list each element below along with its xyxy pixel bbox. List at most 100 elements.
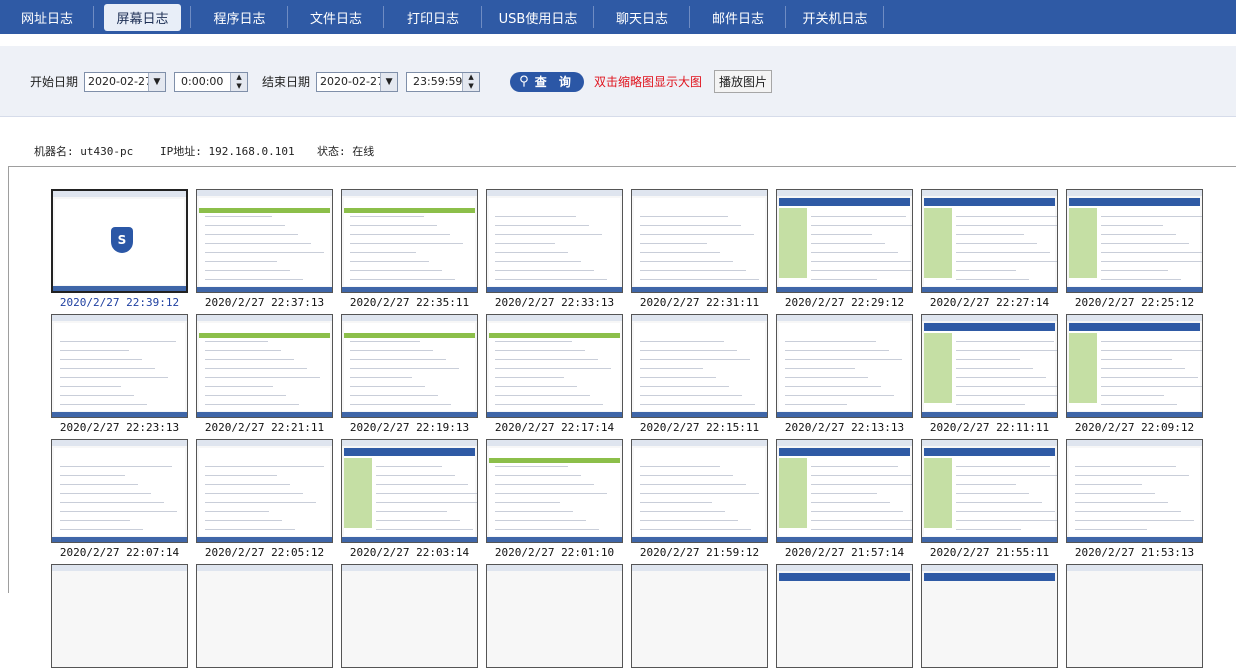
screenshot-thumbnail[interactable] — [631, 564, 768, 668]
tab-8[interactable]: 开关机日志 — [786, 0, 884, 34]
thumbnail-timestamp: 2020/2/27 22:23:13 — [59, 421, 180, 434]
thumbnail-timestamp: 2020/2/27 22:17:14 — [494, 421, 615, 434]
thumbnail-timestamp: 2020/2/27 22:19:13 — [349, 421, 470, 434]
thumbnail-timestamp: 2020/2/27 22:21:11 — [204, 421, 325, 434]
end-date-value: 2020-02-27 — [320, 75, 384, 88]
screenshot-thumbnail[interactable] — [1066, 189, 1203, 293]
thumbnail-timestamp: 2020/2/27 21:59:12 — [639, 546, 760, 559]
screenshot-thumbnail[interactable] — [631, 314, 768, 418]
screenshot-thumbnail[interactable] — [631, 439, 768, 543]
search-icon: ⚲ — [519, 74, 529, 89]
tab-divider — [883, 6, 884, 28]
screenshot-thumbnail[interactable] — [776, 314, 913, 418]
machine-status: 状态: 在线 — [317, 145, 375, 158]
thumbnail-timestamp: 2020/2/27 22:33:13 — [494, 296, 615, 309]
tab-3[interactable]: 文件日志 — [288, 0, 384, 34]
start-date-picker[interactable]: 2020-02-27 ▼ — [84, 71, 167, 92]
query-button-label: 查 询 — [534, 75, 575, 89]
screenshot-thumbnail[interactable] — [51, 439, 188, 543]
screenshot-thumbnail[interactable] — [341, 314, 478, 418]
start-time-field[interactable]: 0:00:00 ▲ ▼ — [174, 71, 249, 92]
tab-4[interactable]: 打印日志 — [384, 0, 482, 34]
query-button[interactable]: ⚲ 查 询 — [510, 71, 585, 92]
tab-label: 网址日志 — [20, 11, 73, 27]
screenshot-thumbnail[interactable] — [1066, 564, 1203, 668]
screenshot-thumbnail[interactable] — [51, 314, 188, 418]
thumbnail-timestamp: 2020/2/27 21:55:11 — [929, 546, 1050, 559]
tab-7[interactable]: 邮件日志 — [690, 0, 786, 34]
thumbnail-timestamp: 2020/2/27 22:39:12 — [59, 296, 180, 309]
screenshot-thumbnail[interactable] — [921, 314, 1058, 418]
tab-2[interactable]: 程序日志 — [191, 0, 288, 34]
screenshot-thumbnail[interactable] — [921, 564, 1058, 668]
thumbnail-timestamp: 2020/2/27 22:01:10 — [494, 546, 615, 559]
screenshot-thumbnail[interactable]: S — [51, 189, 188, 293]
screenshot-thumbnail[interactable] — [196, 189, 333, 293]
thumbnail-timestamp: 2020/2/27 22:09:12 — [1074, 421, 1195, 434]
screenshot-thumbnail[interactable] — [196, 314, 333, 418]
thumbnail-timestamp: 2020/2/27 22:29:12 — [784, 296, 905, 309]
top-navigation: 网址日志 屏幕日志 程序日志 文件日志 打印日志 USB使用日志 聊天日志 邮件日志 开关机日志 — [0, 0, 1236, 34]
thumbnail-timestamp: 2020/2/27 22:35:11 — [349, 296, 470, 309]
screenshot-thumbnail[interactable] — [1066, 314, 1203, 418]
screenshot-thumbnail[interactable] — [631, 189, 768, 293]
tab-label: 打印日志 — [406, 11, 459, 27]
chevron-down-icon[interactable]: ▼ — [380, 72, 398, 91]
end-date-picker[interactable]: 2020-02-27 ▼ — [316, 71, 399, 92]
thumbnail-timestamp: 2020/2/27 22:03:14 — [349, 546, 470, 559]
thumbnail-timestamp: 2020/2/27 22:31:11 — [639, 296, 760, 309]
thumbnail-timestamp: 2020/2/27 22:37:13 — [204, 296, 325, 309]
screenshot-gallery[interactable]: S 2020/2/27 22:39:12 2020/2/27 22:37:13 202… — [8, 166, 1236, 668]
chevron-down-icon[interactable]: ▼ — [148, 72, 166, 91]
double-click-hint: 双击缩略图显示大图 — [594, 75, 703, 89]
spin-up-icon[interactable]: ▲ — [463, 73, 479, 82]
play-images-button[interactable]: 播放图片 — [714, 70, 773, 93]
screenshot-thumbnail[interactable] — [341, 439, 478, 543]
start-time-value: 0:00:00 — [181, 75, 224, 88]
screenshot-thumbnail[interactable] — [776, 439, 913, 543]
thumbnail-timestamp: 2020/2/27 22:27:14 — [929, 296, 1050, 309]
thumbnail-timestamp: 2020/2/27 22:13:13 — [784, 421, 905, 434]
screenshot-thumbnail[interactable] — [921, 439, 1058, 543]
screenshot-thumbnail[interactable] — [196, 564, 333, 668]
machine-info-bar: 机器名: ut430-pc IP地址: 192.168.0.101 状态: 在线 — [0, 128, 1236, 164]
machine-ip: IP地址: 192.168.0.101 — [160, 145, 295, 158]
thumbnail-timestamp: 2020/2/27 22:25:12 — [1074, 296, 1195, 309]
start-date-label: 开始日期 — [30, 75, 79, 89]
screenshot-thumbnail[interactable] — [341, 564, 478, 668]
machine-name: 机器名: ut430-pc — [34, 145, 134, 158]
start-time-spinner[interactable]: ▲ ▼ — [230, 72, 248, 91]
end-time-field[interactable]: 23:59:59 ▲ ▼ — [406, 71, 481, 92]
screenshot-thumbnail[interactable] — [921, 189, 1058, 293]
tab-6[interactable]: 聊天日志 — [594, 0, 690, 34]
screenshot-thumbnail[interactable] — [776, 189, 913, 293]
filter-bar: 开始日期 2020-02-27 ▼ 0:00:00 ▲ ▼ 结束日期 2020-0… — [0, 46, 1236, 117]
end-date-label: 结束日期 — [262, 75, 311, 89]
tab-5[interactable]: USB使用日志 — [482, 0, 594, 34]
tab-label: 程序日志 — [213, 11, 266, 27]
screenshot-thumbnail[interactable] — [486, 189, 623, 293]
tab-label: 文件日志 — [309, 11, 362, 27]
tab-label: 屏幕日志 — [104, 3, 181, 31]
tab-label: 邮件日志 — [711, 11, 764, 27]
screenshot-thumbnail[interactable] — [776, 564, 913, 668]
screenshot-thumbnail[interactable] — [341, 189, 478, 293]
screenshot-thumbnail[interactable] — [196, 439, 333, 543]
screenshot-thumbnail[interactable] — [486, 314, 623, 418]
spin-up-icon[interactable]: ▲ — [231, 73, 247, 82]
thumbnail-timestamp: 2020/2/27 21:53:13 — [1074, 546, 1195, 559]
tab-1[interactable]: 屏幕日志 — [94, 0, 191, 34]
screenshot-thumbnail[interactable] — [1066, 439, 1203, 543]
screenshot-thumbnail[interactable] — [486, 564, 623, 668]
end-time-value: 23:59:59 — [413, 75, 463, 88]
thumbnail-timestamp: 2020/2/27 22:07:14 — [59, 546, 180, 559]
thumbnail-timestamp: 2020/2/27 21:57:14 — [784, 546, 905, 559]
tab-label: 聊天日志 — [615, 11, 668, 27]
screenshot-thumbnail[interactable] — [486, 439, 623, 543]
end-time-spinner[interactable]: ▲ ▼ — [462, 72, 480, 91]
tab-0[interactable]: 网址日志 — [0, 0, 94, 34]
screenshot-thumbnail[interactable] — [51, 564, 188, 668]
spin-down-icon[interactable]: ▼ — [463, 82, 479, 91]
spin-down-icon[interactable]: ▼ — [231, 82, 247, 91]
start-date-value: 2020-02-27 — [88, 75, 152, 88]
